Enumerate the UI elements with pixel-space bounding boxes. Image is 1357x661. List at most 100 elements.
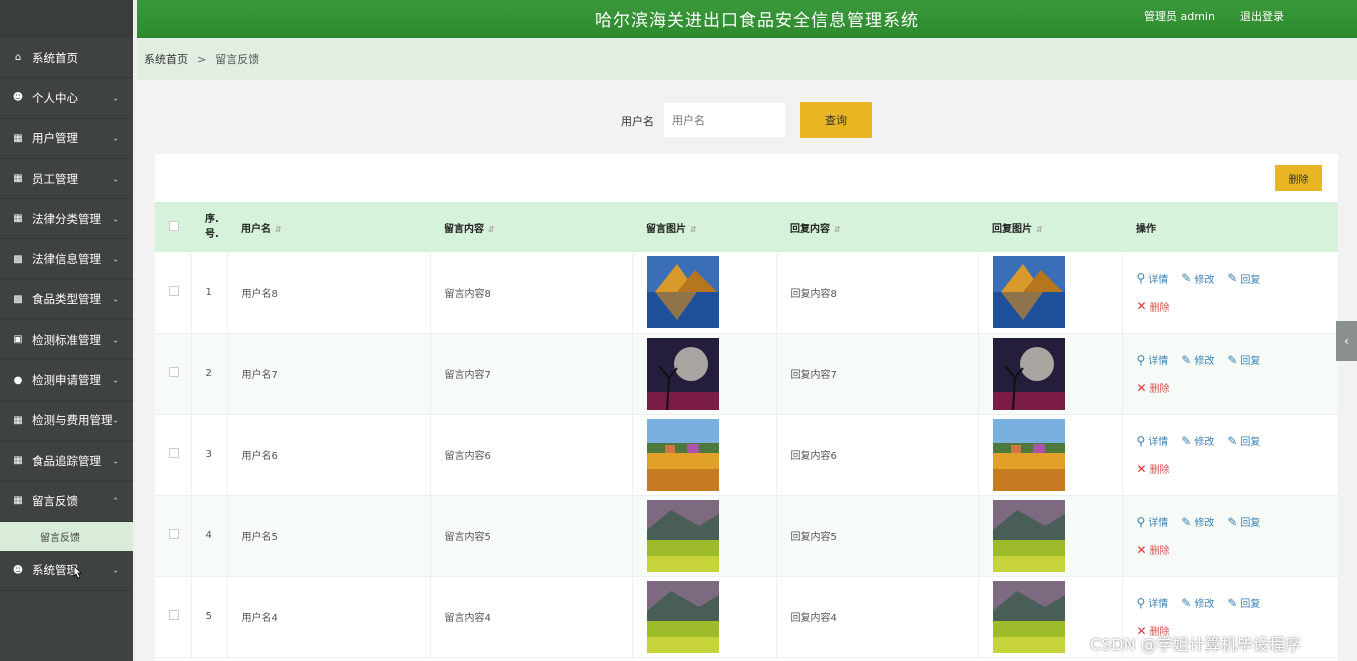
row-username: 用户名5 [227, 495, 431, 576]
detail-button[interactable]: ⚲ 详情 [1137, 271, 1169, 286]
row-image[interactable] [632, 495, 777, 576]
breadcrumb-home[interactable]: 系统首页 [144, 51, 188, 67]
row-reply-image[interactable] [978, 414, 1123, 495]
sidebar-item-3[interactable]: ▦ 用户管理 ⌄ [0, 119, 133, 159]
batch-delete-button[interactable]: 删除 [1275, 165, 1322, 191]
edit-button[interactable]: ✎ 修改 [1181, 352, 1214, 368]
reply-button[interactable]: ✎ 回复 [1227, 514, 1260, 530]
row-reply-image[interactable] [978, 252, 1123, 333]
table-row: 2 用户名7 留言内容7 回复内容7 ⚲ 详情 ✎ 修改 ✎ 回复 ✕ 删除 [155, 333, 1338, 414]
row-select-cell[interactable] [155, 495, 192, 576]
reply-button[interactable]: ✎ 回复 [1227, 433, 1260, 449]
reply-button[interactable]: ✎ 回复 [1227, 352, 1260, 368]
row-username: 用户名4 [227, 576, 431, 657]
row-reply: 回复内容5 [776, 495, 979, 576]
row-checkbox[interactable] [169, 610, 179, 620]
table-header-row: 序.号. 用户名 ⇵ 留言内容 ⇵ 留言图片 ⇵ 回复内容 ⇵ 回复图片 ⇵ 操作 [155, 202, 1338, 252]
row-index: 1 [191, 252, 228, 333]
sidebar-item-12[interactable]: ▦ 留言反馈 ⌃ [0, 481, 133, 522]
row-reply-image[interactable] [978, 495, 1123, 576]
image-header[interactable]: 留言图片 ⇵ [632, 202, 776, 252]
row-checkbox[interactable] [169, 285, 179, 296]
sidebar-item-2[interactable]: ☻ 个人中心 ⌄ [0, 78, 133, 119]
pencil-icon: ✎ [1181, 271, 1192, 286]
collapse-tab-button[interactable]: ‹ [1336, 321, 1357, 361]
row-reply-image[interactable] [978, 333, 1123, 414]
sort-icon[interactable]: ⇵ [834, 225, 841, 234]
row-index: 5 [191, 576, 228, 657]
delete-button[interactable]: ✕ 删除 [1137, 299, 1170, 314]
sidebar-item-8[interactable]: ▣ 检测标准管理 ⌄ [0, 320, 133, 361]
edit-button[interactable]: ✎ 修改 [1181, 595, 1214, 611]
logout-link[interactable]: 退出登录 [1240, 8, 1284, 24]
search-button[interactable]: 查询 [800, 102, 872, 138]
mouse-cursor-icon [73, 565, 82, 579]
chevron-down-icon: ⌄ [112, 174, 119, 184]
breadcrumb-current: 留言反馈 [215, 53, 260, 66]
select-all-header[interactable] [155, 202, 191, 252]
sort-icon[interactable]: ⇵ [690, 225, 697, 234]
edit-button[interactable]: ✎ 修改 [1181, 271, 1214, 286]
delete-button[interactable]: ✕ 删除 [1137, 461, 1170, 477]
edit-button[interactable]: ✎ 修改 [1181, 514, 1214, 530]
row-checkbox[interactable] [169, 448, 179, 458]
sidebar-item-system[interactable]: ☻ 系统管理 ⌄ [0, 551, 133, 591]
search-icon: ⚲ [1136, 595, 1146, 610]
delete-button[interactable]: ✕ 删除 [1136, 542, 1170, 558]
reply-button[interactable]: ✎ 回复 [1227, 271, 1260, 286]
username-header[interactable]: 用户名 ⇵ [227, 202, 430, 252]
row-checkbox[interactable] [169, 367, 179, 377]
row-select-cell[interactable] [155, 576, 192, 657]
sidebar-logo-area [0, 0, 133, 38]
row-image[interactable] [632, 576, 777, 657]
sidebar-item-6[interactable]: ▩ 法律信息管理 ⌄ [0, 239, 133, 280]
row-image[interactable] [632, 252, 777, 333]
sidebar-item-7[interactable]: ▩ 食品类型管理 ⌄ [0, 280, 133, 321]
row-username: 用户名7 [227, 333, 431, 414]
sidebar-item-1[interactable]: ⌂ 系统首页 [0, 38, 133, 79]
reply-header[interactable]: 回复内容 ⇵ [776, 202, 978, 252]
row-select-cell[interactable] [155, 252, 192, 333]
username-search-input[interactable] [664, 103, 785, 137]
sidebar-item-label: 法律信息管理 [32, 252, 101, 267]
search-icon: ⚲ [1136, 352, 1146, 367]
select-all-checkbox[interactable] [169, 220, 179, 231]
table-icon: ▦ [13, 132, 23, 144]
chevron-down-icon: ⌄ [112, 415, 119, 425]
edit-button[interactable]: ✎ 修改 [1181, 433, 1214, 449]
content-header[interactable]: 留言内容 ⇵ [430, 202, 632, 252]
sidebar-item-label: 用户管理 [32, 131, 78, 146]
row-image[interactable] [632, 333, 777, 414]
sort-icon[interactable]: ⇵ [275, 225, 282, 234]
sidebar-item-label: 法律分类管理 [32, 211, 101, 226]
reply-button[interactable]: ✎ 回复 [1227, 595, 1260, 611]
row-username: 用户名8 [227, 252, 431, 333]
row-checkbox[interactable] [169, 529, 179, 539]
detail-button[interactable]: ⚲ 详情 [1136, 352, 1169, 368]
close-icon: ✕ [1136, 542, 1147, 557]
row-select-cell[interactable] [155, 333, 192, 414]
sidebar-item-4[interactable]: ▦ 员工管理 ⌄ [0, 159, 133, 200]
sidebar-subitem-feedback[interactable]: 留言反馈 [0, 521, 133, 551]
row-select-cell[interactable] [155, 414, 192, 495]
pin-icon: ● [13, 374, 23, 386]
sidebar-item-label: 检测申请管理 [32, 373, 101, 388]
chevron-down-icon: ⌄ [112, 254, 119, 264]
sidebar-item-11[interactable]: ▦ 食品追踪管理 ⌄ [0, 441, 133, 482]
detail-button[interactable]: ⚲ 详情 [1137, 433, 1169, 449]
row-image[interactable] [632, 414, 777, 495]
sort-icon[interactable]: ⇵ [488, 225, 495, 234]
sidebar-item-5[interactable]: ▦ 法律分类管理 ⌄ [0, 199, 133, 240]
detail-button[interactable]: ⚲ 详情 [1136, 595, 1169, 611]
sidebar-item-label: 员工管理 [32, 171, 78, 186]
detail-button[interactable]: ⚲ 详情 [1137, 514, 1169, 530]
row-reply: 回复内容6 [776, 414, 979, 495]
chevron-down-icon: ⌄ [112, 294, 119, 304]
sidebar-item-9[interactable]: ● 检测申请管理 ⌄ [0, 360, 133, 401]
sidebar-item-10[interactable]: ▦ 检测与费用管理 ⌄ [0, 401, 133, 441]
reply-image-header[interactable]: 回复图片 ⇵ [978, 202, 1122, 252]
sidebar-item-label: 食品追踪管理 [32, 453, 101, 468]
sort-icon[interactable]: ⇵ [1036, 225, 1043, 234]
row-actions: ⚲ 详情 ✎ 修改 ✎ 回复 ✕ 删除 [1122, 495, 1338, 576]
delete-button[interactable]: ✕ 删除 [1137, 380, 1170, 396]
